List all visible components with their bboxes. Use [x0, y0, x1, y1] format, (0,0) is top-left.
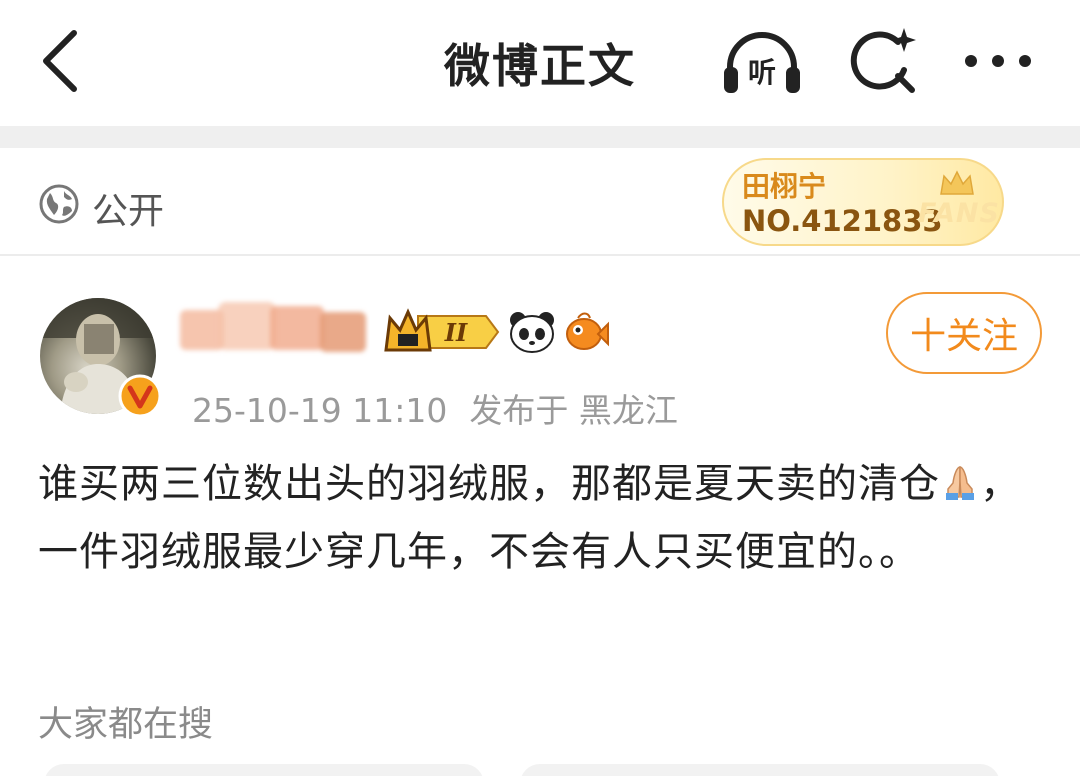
praying-hands-icon [946, 466, 974, 500]
post-text-part1: 谁买两三位数出头的羽绒服，那都是夏天卖的清仓 [38, 461, 940, 507]
fans-card-word: FANS [918, 198, 1000, 229]
username-obscured [180, 302, 366, 352]
trending-search-heading: 大家都在搜 [38, 705, 214, 745]
listen-button[interactable]: 听 [718, 26, 806, 98]
vip-badge[interactable]: II [382, 308, 500, 356]
more-icon [965, 55, 1031, 67]
crown-icon [940, 170, 974, 195]
search-sparkle-icon [850, 28, 916, 93]
visibility-label: 公开 [92, 191, 165, 232]
post-location: 发布于 黑龙江 [469, 391, 678, 430]
fish-icon [566, 312, 609, 350]
fans-card-name: 田栩宁 [742, 170, 827, 203]
follow-button[interactable]: 十关注 [886, 292, 1042, 374]
headphones-icon: 听 [724, 32, 800, 93]
trending-search-pill[interactable] [520, 764, 1000, 776]
trending-search-pill[interactable] [44, 764, 484, 776]
search-button[interactable] [846, 24, 920, 98]
top-nav-bar: 微博正文 听 [0, 0, 1080, 126]
post-text: 谁买两三位数出头的羽绒服，那都是夏天卖的清仓 ，一件羽绒服最少穿几年，不会有人只… [38, 450, 1048, 586]
post-meta: 25-10-19 11:10 发布于 黑龙江 [192, 384, 678, 432]
more-button[interactable] [958, 36, 1038, 86]
listen-label: 听 [748, 56, 776, 89]
globe-icon [39, 184, 79, 224]
panda-icon [510, 312, 554, 353]
verify-icon [118, 374, 162, 418]
vip-level: II [444, 318, 468, 347]
fans-card-number: NO.4121833 [742, 204, 943, 238]
section-gap [0, 126, 1080, 148]
divider [0, 254, 1080, 256]
post-timestamp: 25-10-19 11:10 [192, 391, 448, 430]
